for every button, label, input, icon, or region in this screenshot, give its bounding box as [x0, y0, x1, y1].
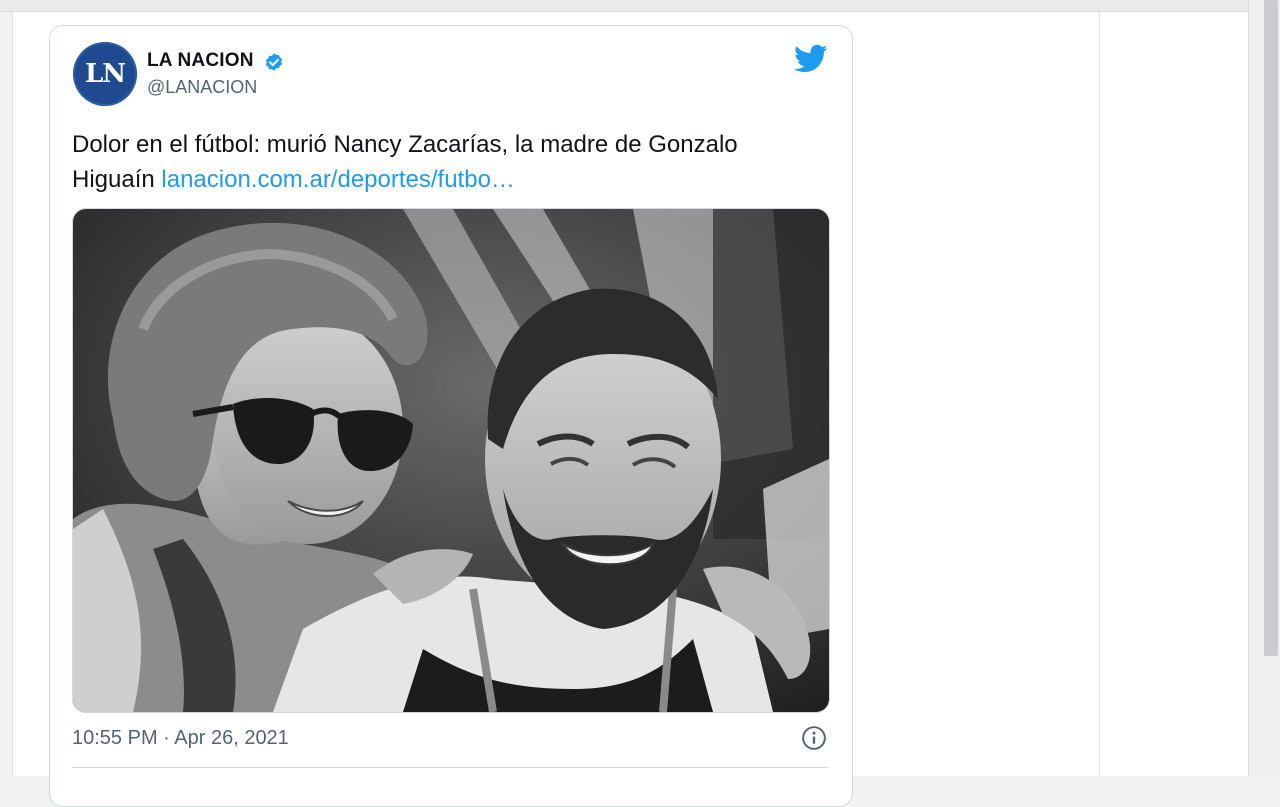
info-icon[interactable] [801, 725, 827, 751]
tweet-text: Dolor en el fútbol: murió Nancy Zacarías… [72, 127, 812, 197]
account-handle[interactable]: @LANACION [147, 77, 257, 98]
article-link[interactable]: lanacion.com.ar/deportes/futbo… [161, 166, 515, 193]
account-name[interactable]: LA NACION [147, 50, 254, 72]
browser-top-strip [0, 0, 1248, 12]
twitter-bird-icon[interactable] [794, 44, 828, 74]
account-avatar[interactable]: LN [73, 42, 137, 106]
verified-badge-icon [265, 53, 283, 71]
tweet-timestamp[interactable]: 10:55 PM · Apr 26, 2021 [72, 727, 289, 750]
tweet-photo-image [73, 209, 829, 712]
tweet-photo[interactable] [72, 208, 830, 713]
scrollbar-thumb[interactable] [1264, 0, 1278, 656]
tweet-divider [72, 767, 828, 768]
sidebar-divider [1099, 12, 1100, 776]
